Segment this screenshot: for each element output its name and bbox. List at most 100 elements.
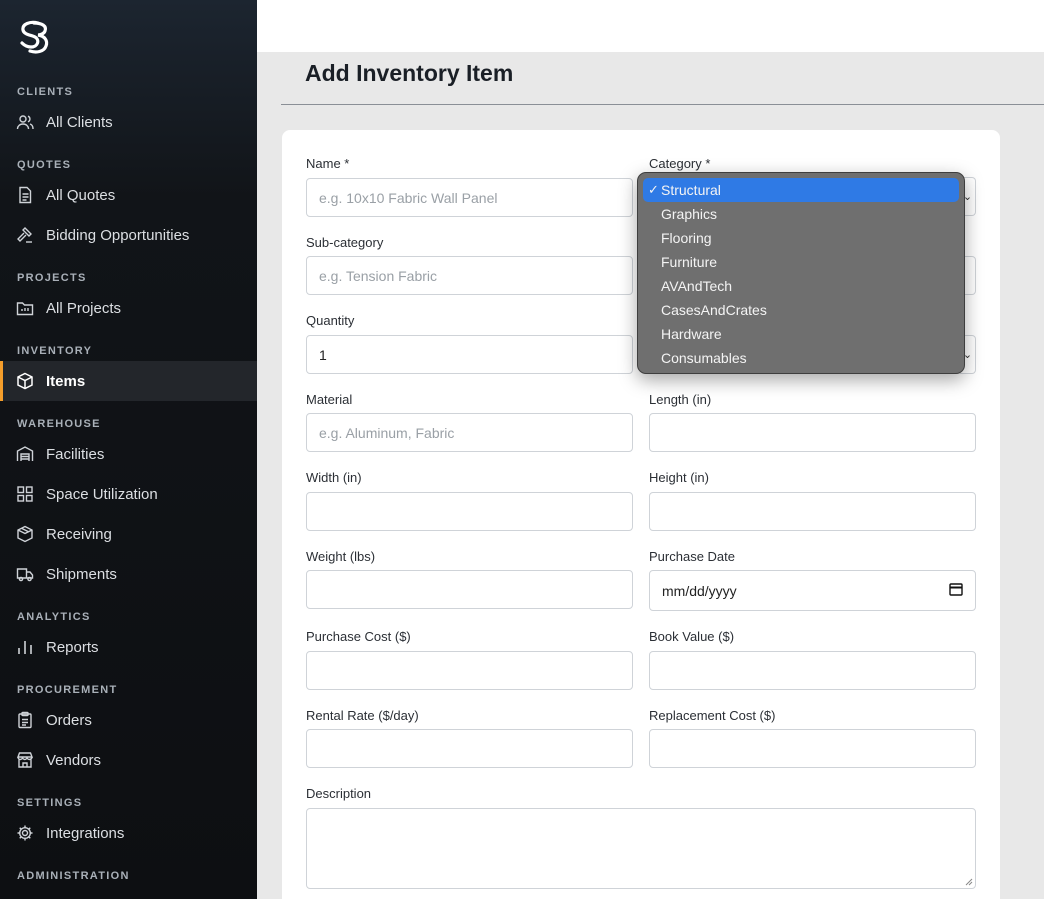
page-title: Add Inventory Item	[305, 60, 514, 86]
grid-icon	[16, 485, 34, 503]
store-icon	[16, 751, 34, 769]
category-option-consumables[interactable]: Consumables	[643, 346, 959, 370]
nav-shipments[interactable]: Shipments	[0, 554, 257, 594]
nav-label: All Quotes	[46, 186, 116, 204]
section-administration: ADMINISTRATION	[17, 870, 130, 882]
clipboard-icon	[16, 711, 34, 729]
section-analytics: ANALYTICS	[17, 611, 91, 623]
category-dropdown-menu: ✓ Structural Graphics Flooring Furniture …	[637, 172, 965, 374]
description-label: Description	[306, 786, 372, 801]
purchase-date-input[interactable]: mm/dd/yyyy	[649, 570, 976, 611]
name-input[interactable]: e.g. 10x10 Fabric Wall Panel	[306, 178, 633, 217]
replacement-cost-label: Replacement Cost ($)	[649, 708, 776, 723]
box-icon	[16, 372, 34, 390]
subcategory-label: Sub-category	[306, 235, 384, 250]
nav-label: Reports	[46, 638, 99, 656]
quantity-label: Quantity	[306, 313, 355, 328]
document-icon	[16, 186, 34, 204]
warehouse-icon	[16, 445, 34, 463]
height-input[interactable]	[649, 492, 976, 531]
section-procurement: PROCUREMENT	[17, 684, 118, 696]
section-warehouse: WAREHOUSE	[17, 418, 101, 430]
height-label: Height (in)	[649, 470, 709, 485]
gavel-icon	[16, 226, 34, 244]
nav-label: Space Utilization	[46, 485, 158, 503]
quantity-value: 1	[319, 346, 327, 363]
nav-label: Integrations	[46, 824, 125, 842]
sidebar: CLIENTS All Clients QUOTES All Quotes Bi…	[0, 0, 257, 899]
nav-label: Bidding Opportunities	[46, 226, 190, 244]
category-option-graphics[interactable]: Graphics	[643, 202, 959, 226]
purchase-date-placeholder: mm/dd/yyyy	[662, 582, 737, 599]
nav-label: All Projects	[46, 299, 122, 317]
nav-facilities[interactable]: Facilities	[0, 434, 257, 474]
resize-handle-icon[interactable]	[965, 878, 973, 886]
replacement-cost-input[interactable]	[649, 729, 976, 768]
nav-label: Shipments	[46, 565, 117, 583]
nav-label: Receiving	[46, 525, 112, 543]
nav-all-projects[interactable]: All Projects	[0, 288, 257, 328]
nav-label: All Clients	[46, 113, 113, 131]
option-label: Hardware	[661, 326, 722, 342]
top-bar	[257, 0, 1044, 52]
length-input[interactable]	[649, 413, 976, 452]
package-icon	[16, 525, 34, 543]
nav-orders[interactable]: Orders	[0, 700, 257, 740]
nav-label: Orders	[46, 711, 92, 729]
title-divider	[281, 104, 1044, 105]
nav-space-utilization[interactable]: Space Utilization	[0, 474, 257, 514]
description-textarea[interactable]	[306, 808, 976, 889]
option-label: AVAndTech	[661, 278, 733, 294]
app-logo[interactable]	[18, 20, 50, 56]
subcategory-placeholder: e.g. Tension Fabric	[319, 267, 438, 284]
nav-vendors[interactable]: Vendors	[0, 740, 257, 780]
rental-rate-label: Rental Rate ($/day)	[306, 708, 419, 723]
nav-integrations[interactable]: Integrations	[0, 813, 257, 853]
name-placeholder: e.g. 10x10 Fabric Wall Panel	[319, 189, 498, 206]
section-settings: SETTINGS	[17, 797, 83, 809]
users-icon	[16, 113, 34, 131]
section-clients: CLIENTS	[17, 86, 74, 98]
nav-receiving[interactable]: Receiving	[0, 514, 257, 554]
category-option-avandtech[interactable]: AVAndTech	[643, 274, 959, 298]
category-label: Category *	[649, 156, 711, 171]
name-label: Name *	[306, 156, 350, 171]
option-label: Flooring	[661, 230, 712, 246]
section-inventory: INVENTORY	[17, 345, 93, 357]
option-label: Structural	[661, 182, 721, 198]
nav-items[interactable]: Items	[0, 361, 257, 401]
folder-icon	[16, 299, 34, 317]
weight-input[interactable]	[306, 570, 633, 609]
section-projects: PROJECTS	[17, 272, 87, 284]
width-input[interactable]	[306, 492, 633, 531]
truck-icon	[16, 565, 34, 583]
length-label: Length (in)	[649, 392, 712, 407]
quantity-input[interactable]: 1	[306, 335, 633, 374]
subcategory-input[interactable]: e.g. Tension Fabric	[306, 256, 633, 295]
category-option-structural[interactable]: ✓ Structural	[643, 178, 959, 202]
nav-reports[interactable]: Reports	[0, 627, 257, 667]
option-label: CasesAndCrates	[661, 302, 767, 318]
category-option-hardware[interactable]: Hardware	[643, 322, 959, 346]
option-label: Graphics	[661, 206, 718, 222]
rental-rate-input[interactable]	[306, 729, 633, 768]
nav-label: Facilities	[46, 445, 105, 463]
category-option-casesandcrates[interactable]: CasesAndCrates	[643, 298, 959, 322]
purchase-date-label: Purchase Date	[649, 549, 735, 564]
material-label: Material	[306, 392, 353, 407]
purchase-cost-label: Purchase Cost ($)	[306, 629, 411, 644]
calendar-icon[interactable]	[949, 582, 963, 599]
bar-chart-icon	[16, 638, 34, 656]
option-label: Furniture	[661, 254, 718, 270]
purchase-cost-input[interactable]	[306, 651, 633, 690]
width-label: Width (in)	[306, 470, 362, 485]
category-option-flooring[interactable]: Flooring	[643, 226, 959, 250]
nav-all-clients[interactable]: All Clients	[0, 102, 257, 142]
option-label: Consumables	[661, 350, 747, 366]
material-input[interactable]: e.g. Aluminum, Fabric	[306, 413, 633, 452]
book-value-input[interactable]	[649, 651, 976, 690]
nav-bidding-opportunities[interactable]: Bidding Opportunities	[0, 215, 257, 255]
nav-label: Vendors	[46, 751, 102, 769]
category-option-furniture[interactable]: Furniture	[643, 250, 959, 274]
nav-all-quotes[interactable]: All Quotes	[0, 175, 257, 215]
